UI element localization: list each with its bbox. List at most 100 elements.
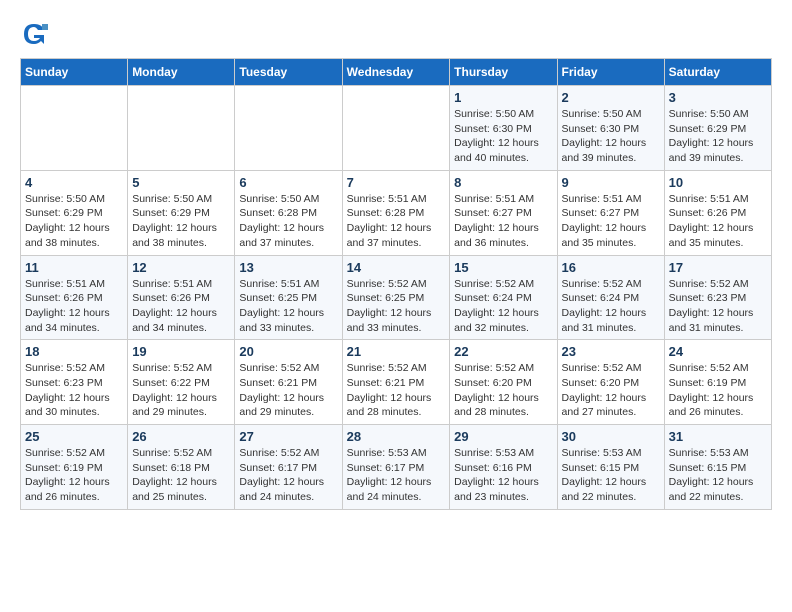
day-header-monday: Monday xyxy=(128,59,235,86)
day-header-friday: Friday xyxy=(557,59,664,86)
day-cell: 9 Sunrise: 5:51 AM Sunset: 6:27 PM Daylig… xyxy=(557,170,664,255)
day-info: Sunrise: 5:51 AM Sunset: 6:27 PM Dayligh… xyxy=(562,192,660,251)
day-number: 3 xyxy=(669,90,767,105)
day-cell: 2 Sunrise: 5:50 AM Sunset: 6:30 PM Daylig… xyxy=(557,86,664,171)
day-cell: 4 Sunrise: 5:50 AM Sunset: 6:29 PM Daylig… xyxy=(21,170,128,255)
calendar-table: SundayMondayTuesdayWednesdayThursdayFrid… xyxy=(20,58,772,510)
day-number: 20 xyxy=(239,344,337,359)
day-cell: 3 Sunrise: 5:50 AM Sunset: 6:29 PM Daylig… xyxy=(664,86,771,171)
day-number: 25 xyxy=(25,429,123,444)
day-cell: 5 Sunrise: 5:50 AM Sunset: 6:29 PM Daylig… xyxy=(128,170,235,255)
day-info: Sunrise: 5:53 AM Sunset: 6:15 PM Dayligh… xyxy=(562,446,660,505)
day-number: 28 xyxy=(347,429,446,444)
day-cell: 28 Sunrise: 5:53 AM Sunset: 6:17 PM Dayli… xyxy=(342,425,450,510)
calendar-header-row: SundayMondayTuesdayWednesdayThursdayFrid… xyxy=(21,59,772,86)
day-cell: 6 Sunrise: 5:50 AM Sunset: 6:28 PM Daylig… xyxy=(235,170,342,255)
week-row-5: 25Sunrise: 5:52 AM Sunset: 6:19 PM Dayli… xyxy=(21,425,772,510)
day-header-thursday: Thursday xyxy=(450,59,557,86)
calendar-body: 1 Sunrise: 5:50 AM Sunset: 6:30 PM Daylig… xyxy=(21,86,772,510)
day-cell: 26 Sunrise: 5:52 AM Sunset: 6:18 PM Dayli… xyxy=(128,425,235,510)
day-info: Sunrise: 5:51 AM Sunset: 6:26 PM Dayligh… xyxy=(669,192,767,251)
day-info: Sunrise: 5:50 AM Sunset: 6:28 PM Dayligh… xyxy=(239,192,337,251)
day-info: Sunrise: 5:50 AM Sunset: 6:30 PM Dayligh… xyxy=(454,107,552,166)
day-info: Sunrise: 5:52 AM Sunset: 6:21 PM Dayligh… xyxy=(239,361,337,420)
day-number: 13 xyxy=(239,260,337,275)
day-cell: 19 Sunrise: 5:52 AM Sunset: 6:22 PM Dayli… xyxy=(128,340,235,425)
day-cell: 11 Sunrise: 5:51 AM Sunset: 6:26 PM Dayli… xyxy=(21,255,128,340)
day-number: 9 xyxy=(562,175,660,190)
day-cell: 20 Sunrise: 5:52 AM Sunset: 6:21 PM Dayli… xyxy=(235,340,342,425)
day-cell: 30Sunrise: 5:53 AM Sunset: 6:15 PM Dayli… xyxy=(557,425,664,510)
day-cell: 8 Sunrise: 5:51 AM Sunset: 6:27 PM Daylig… xyxy=(450,170,557,255)
day-cell xyxy=(342,86,450,171)
day-number: 6 xyxy=(239,175,337,190)
day-number: 12 xyxy=(132,260,230,275)
day-number: 15 xyxy=(454,260,552,275)
day-number: 4 xyxy=(25,175,123,190)
day-info: Sunrise: 5:51 AM Sunset: 6:27 PM Dayligh… xyxy=(454,192,552,251)
day-info: Sunrise: 5:52 AM Sunset: 6:22 PM Dayligh… xyxy=(132,361,230,420)
day-info: Sunrise: 5:52 AM Sunset: 6:20 PM Dayligh… xyxy=(562,361,660,420)
week-row-3: 11 Sunrise: 5:51 AM Sunset: 6:26 PM Dayli… xyxy=(21,255,772,340)
day-info: Sunrise: 5:51 AM Sunset: 6:28 PM Dayligh… xyxy=(347,192,446,251)
day-cell: 24 Sunrise: 5:52 AM Sunset: 6:19 PM Dayli… xyxy=(664,340,771,425)
day-number: 17 xyxy=(669,260,767,275)
day-info: Sunrise: 5:52 AM Sunset: 6:18 PM Dayligh… xyxy=(132,446,230,505)
day-cell: 22Sunrise: 5:52 AM Sunset: 6:20 PM Dayli… xyxy=(450,340,557,425)
day-header-tuesday: Tuesday xyxy=(235,59,342,86)
day-info: Sunrise: 5:50 AM Sunset: 6:29 PM Dayligh… xyxy=(669,107,767,166)
day-number: 16 xyxy=(562,260,660,275)
day-number: 27 xyxy=(239,429,337,444)
day-cell: 21 Sunrise: 5:52 AM Sunset: 6:21 PM Dayli… xyxy=(342,340,450,425)
day-info: Sunrise: 5:52 AM Sunset: 6:23 PM Dayligh… xyxy=(669,277,767,336)
day-cell: 13 Sunrise: 5:51 AM Sunset: 6:25 PM Dayli… xyxy=(235,255,342,340)
logo xyxy=(20,20,52,48)
week-row-1: 1 Sunrise: 5:50 AM Sunset: 6:30 PM Daylig… xyxy=(21,86,772,171)
day-number: 1 xyxy=(454,90,552,105)
day-info: Sunrise: 5:51 AM Sunset: 6:25 PM Dayligh… xyxy=(239,277,337,336)
week-row-4: 18Sunrise: 5:52 AM Sunset: 6:23 PM Dayli… xyxy=(21,340,772,425)
logo-icon xyxy=(20,20,48,48)
day-cell: 18Sunrise: 5:52 AM Sunset: 6:23 PM Dayli… xyxy=(21,340,128,425)
day-number: 29 xyxy=(454,429,552,444)
day-cell: 17 Sunrise: 5:52 AM Sunset: 6:23 PM Dayli… xyxy=(664,255,771,340)
day-number: 5 xyxy=(132,175,230,190)
day-info: Sunrise: 5:50 AM Sunset: 6:30 PM Dayligh… xyxy=(562,107,660,166)
day-info: Sunrise: 5:52 AM Sunset: 6:25 PM Dayligh… xyxy=(347,277,446,336)
day-number: 18 xyxy=(25,344,123,359)
day-cell: 15Sunrise: 5:52 AM Sunset: 6:24 PM Dayli… xyxy=(450,255,557,340)
day-info: Sunrise: 5:50 AM Sunset: 6:29 PM Dayligh… xyxy=(132,192,230,251)
day-header-saturday: Saturday xyxy=(664,59,771,86)
day-cell: 25Sunrise: 5:52 AM Sunset: 6:19 PM Dayli… xyxy=(21,425,128,510)
day-cell: 12Sunrise: 5:51 AM Sunset: 6:26 PM Dayli… xyxy=(128,255,235,340)
day-info: Sunrise: 5:52 AM Sunset: 6:24 PM Dayligh… xyxy=(562,277,660,336)
day-number: 2 xyxy=(562,90,660,105)
day-number: 31 xyxy=(669,429,767,444)
day-cell: 7 Sunrise: 5:51 AM Sunset: 6:28 PM Daylig… xyxy=(342,170,450,255)
page-header xyxy=(20,20,772,48)
day-info: Sunrise: 5:51 AM Sunset: 6:26 PM Dayligh… xyxy=(25,277,123,336)
day-number: 22 xyxy=(454,344,552,359)
day-header-sunday: Sunday xyxy=(21,59,128,86)
day-number: 24 xyxy=(669,344,767,359)
day-cell: 31 Sunrise: 5:53 AM Sunset: 6:15 PM Dayli… xyxy=(664,425,771,510)
day-number: 14 xyxy=(347,260,446,275)
day-header-wednesday: Wednesday xyxy=(342,59,450,86)
day-cell: 14 Sunrise: 5:52 AM Sunset: 6:25 PM Dayli… xyxy=(342,255,450,340)
week-row-2: 4 Sunrise: 5:50 AM Sunset: 6:29 PM Daylig… xyxy=(21,170,772,255)
day-number: 19 xyxy=(132,344,230,359)
day-cell xyxy=(235,86,342,171)
day-info: Sunrise: 5:53 AM Sunset: 6:15 PM Dayligh… xyxy=(669,446,767,505)
day-info: Sunrise: 5:52 AM Sunset: 6:17 PM Dayligh… xyxy=(239,446,337,505)
day-number: 21 xyxy=(347,344,446,359)
day-cell: 10Sunrise: 5:51 AM Sunset: 6:26 PM Dayli… xyxy=(664,170,771,255)
day-number: 7 xyxy=(347,175,446,190)
day-info: Sunrise: 5:52 AM Sunset: 6:19 PM Dayligh… xyxy=(669,361,767,420)
day-number: 11 xyxy=(25,260,123,275)
day-cell: 23Sunrise: 5:52 AM Sunset: 6:20 PM Dayli… xyxy=(557,340,664,425)
day-info: Sunrise: 5:53 AM Sunset: 6:17 PM Dayligh… xyxy=(347,446,446,505)
day-number: 8 xyxy=(454,175,552,190)
day-info: Sunrise: 5:50 AM Sunset: 6:29 PM Dayligh… xyxy=(25,192,123,251)
day-info: Sunrise: 5:52 AM Sunset: 6:21 PM Dayligh… xyxy=(347,361,446,420)
day-number: 26 xyxy=(132,429,230,444)
